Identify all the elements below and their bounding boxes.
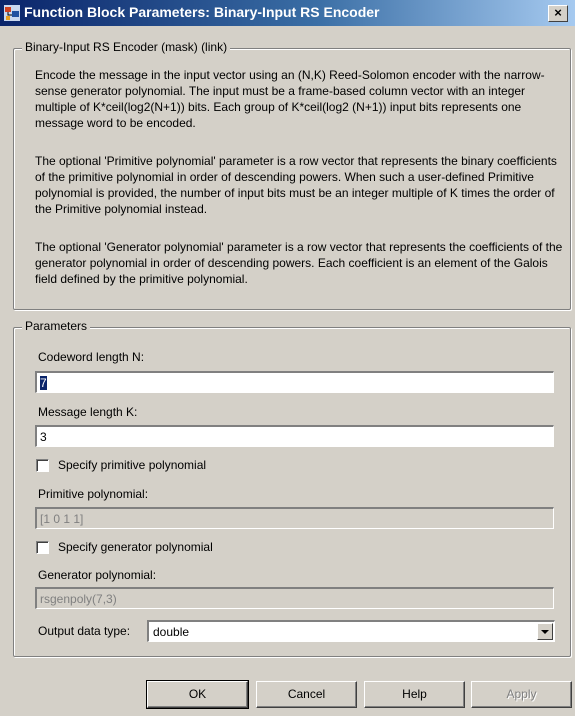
parameters-group-label: Parameters <box>22 319 91 333</box>
primitive-polynomial-value: [1 0 1 1] <box>40 512 84 526</box>
output-data-type-value: double <box>153 625 190 639</box>
primitive-polynomial-label: Primitive polynomial: <box>38 487 149 501</box>
cancel-button[interactable]: Cancel <box>256 681 357 708</box>
close-button[interactable]: × <box>548 5 568 22</box>
description-group-label: Binary-Input RS Encoder (mask) (link) <box>22 40 231 54</box>
description-paragraph-2: The optional 'Primitive polynomial' para… <box>35 154 557 216</box>
generator-polynomial-input: rsgenpoly(7,3) <box>35 587 554 609</box>
codeword-length-value: 7 <box>40 376 47 390</box>
description-paragraph-3: The optional 'Generator polynomial' para… <box>35 240 563 286</box>
output-data-type-label: Output data type: <box>38 624 131 638</box>
title-bar: Function Block Parameters: Binary-Input … <box>0 0 575 26</box>
specify-primitive-label[interactable]: Specify primitive polynomial <box>58 458 206 472</box>
description-paragraph-1: Encode the message in the input vector u… <box>35 68 545 130</box>
dropdown-arrow-button[interactable] <box>537 623 553 640</box>
ok-button[interactable]: OK <box>146 680 249 709</box>
help-button[interactable]: Help <box>364 681 465 708</box>
generator-polynomial-label: Generator polynomial: <box>38 568 157 582</box>
simulink-block-icon <box>4 5 20 21</box>
specify-generator-checkbox[interactable] <box>36 541 49 554</box>
message-length-input[interactable]: 3 <box>35 425 554 447</box>
specify-generator-label[interactable]: Specify generator polynomial <box>58 540 213 554</box>
primitive-polynomial-input: [1 0 1 1] <box>35 507 554 529</box>
window-title: Function Block Parameters: Binary-Input … <box>24 4 380 20</box>
message-length-label: Message length K: <box>38 405 138 419</box>
apply-button[interactable]: Apply <box>471 681 572 708</box>
output-data-type-select[interactable]: double <box>147 620 555 642</box>
message-length-value: 3 <box>40 430 47 444</box>
specify-primitive-checkbox[interactable] <box>36 459 49 472</box>
chevron-down-icon <box>541 630 549 634</box>
codeword-length-input[interactable]: 7 <box>35 371 554 393</box>
generator-polynomial-value: rsgenpoly(7,3) <box>40 592 117 606</box>
close-icon: × <box>554 5 562 20</box>
codeword-length-label: Codeword length N: <box>38 350 145 364</box>
